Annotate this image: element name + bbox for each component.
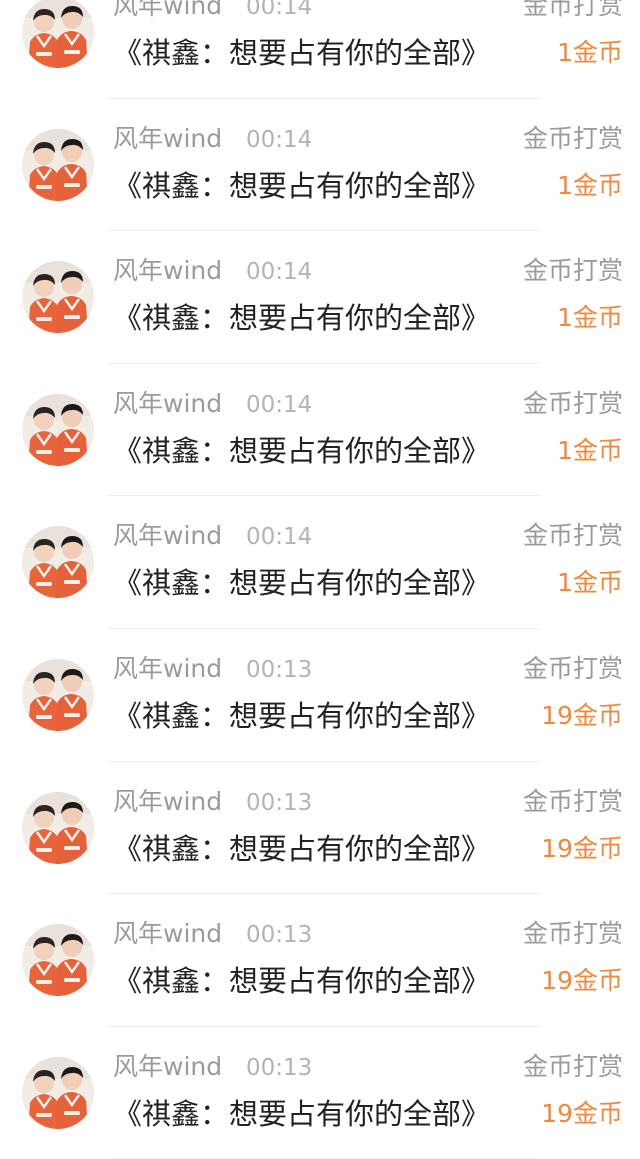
work-title: 《祺鑫：想要占有你的全部》 (113, 964, 491, 999)
user-avatar[interactable] (22, 526, 94, 599)
tip-amount: 1金币 (557, 435, 623, 465)
user-avatar[interactable] (22, 658, 94, 731)
tip-record-row[interactable]: 风年wind 00:14 金币打赏 《祺鑫：想要占有你的全部》 1金币 (0, 364, 640, 497)
tip-type-label: 金币打赏 (522, 786, 623, 816)
user-name: 风年wind (113, 123, 223, 153)
user-name: 风年wind (113, 0, 223, 20)
tip-amount: 1金币 (557, 38, 623, 67)
tip-type-label: 金币打赏 (522, 256, 623, 286)
user-avatar[interactable] (22, 924, 94, 997)
work-title: 《祺鑫：想要占有你的全部》 (113, 168, 491, 203)
user-name: 风年wind (113, 653, 223, 683)
work-title: 《祺鑫：想要占有你的全部》 (113, 831, 491, 866)
user-name: 风年wind (113, 1051, 223, 1081)
tip-amount: 1金币 (557, 303, 623, 333)
user-avatar[interactable] (22, 128, 94, 201)
tip-record-row[interactable]: 风年wind 00:13 金币打赏 《祺鑫：想要占有你的全部》 19金币 (0, 1027, 640, 1159)
tip-record-row[interactable]: 风年wind 00:13 金币打赏 《祺鑫：想要占有你的全部》 19金币 (0, 894, 640, 1027)
record-time: 00:14 (246, 126, 313, 153)
user-name: 风年wind (113, 786, 223, 816)
avatar-photo-icon (22, 658, 94, 731)
user-avatar[interactable] (22, 0, 94, 68)
tip-amount: 1金币 (557, 170, 623, 200)
record-time: 00:13 (246, 1054, 313, 1081)
tip-record-row[interactable]: 风年wind 00:13 金币打赏 《祺鑫：想要占有你的全部》 19金币 (0, 762, 640, 895)
user-name: 风年wind (113, 521, 223, 551)
tip-record-list: 风年wind 00:14 金币打赏 《祺鑫：想要占有你的全部》 1金币 风年wi… (0, 0, 640, 1159)
avatar-photo-icon (22, 393, 94, 466)
avatar-photo-icon (22, 1056, 94, 1129)
record-time: 00:14 (246, 524, 313, 551)
avatar-photo-icon (22, 128, 94, 201)
tip-type-label: 金币打赏 (522, 388, 623, 418)
work-title: 《祺鑫：想要占有你的全部》 (113, 698, 491, 733)
tip-type-label: 金币打赏 (522, 0, 623, 20)
user-avatar[interactable] (22, 261, 94, 334)
user-avatar[interactable] (22, 1056, 94, 1129)
record-time: 00:14 (246, 0, 313, 20)
tip-record-row[interactable]: 风年wind 00:14 金币打赏 《祺鑫：想要占有你的全部》 1金币 (0, 99, 640, 232)
tip-record-row[interactable]: 风年wind 00:14 金币打赏 《祺鑫：想要占有你的全部》 1金币 (0, 231, 640, 364)
tip-record-row[interactable]: 风年wind 00:13 金币打赏 《祺鑫：想要占有你的全部》 19金币 (0, 629, 640, 762)
work-title: 《祺鑫：想要占有你的全部》 (113, 36, 491, 70)
tip-amount: 19金币 (541, 966, 623, 996)
tip-type-label: 金币打赏 (522, 521, 623, 551)
user-avatar[interactable] (22, 791, 94, 864)
user-name: 风年wind (113, 388, 223, 418)
record-time: 00:13 (246, 789, 313, 816)
avatar-photo-icon (22, 261, 94, 334)
user-name: 风年wind (113, 919, 223, 949)
record-time: 00:13 (246, 656, 313, 683)
avatar-photo-icon (22, 526, 94, 599)
work-title: 《祺鑫：想要占有你的全部》 (113, 433, 491, 468)
avatar-photo-icon (22, 791, 94, 864)
tip-amount: 19金币 (541, 700, 623, 730)
avatar-photo-icon (22, 0, 94, 68)
work-title: 《祺鑫：想要占有你的全部》 (113, 1096, 491, 1131)
tip-type-label: 金币打赏 (522, 919, 623, 949)
tip-amount: 19金币 (541, 833, 623, 863)
tip-amount: 19金币 (541, 1098, 623, 1128)
work-title: 《祺鑫：想要占有你的全部》 (113, 301, 491, 336)
record-time: 00:14 (246, 391, 313, 418)
tip-type-label: 金币打赏 (522, 653, 623, 683)
user-avatar[interactable] (22, 393, 94, 466)
tip-type-label: 金币打赏 (522, 1051, 623, 1081)
tip-type-label: 金币打赏 (522, 123, 623, 153)
tip-record-row[interactable]: 风年wind 00:14 金币打赏 《祺鑫：想要占有你的全部》 1金币 (0, 496, 640, 629)
record-time: 00:14 (246, 259, 313, 286)
tip-amount: 1金币 (557, 568, 623, 598)
user-name: 风年wind (113, 256, 223, 286)
tip-record-row[interactable]: 风年wind 00:14 金币打赏 《祺鑫：想要占有你的全部》 1金币 (0, 0, 640, 99)
work-title: 《祺鑫：想要占有你的全部》 (113, 566, 491, 601)
record-time: 00:13 (246, 922, 313, 949)
avatar-photo-icon (22, 924, 94, 997)
